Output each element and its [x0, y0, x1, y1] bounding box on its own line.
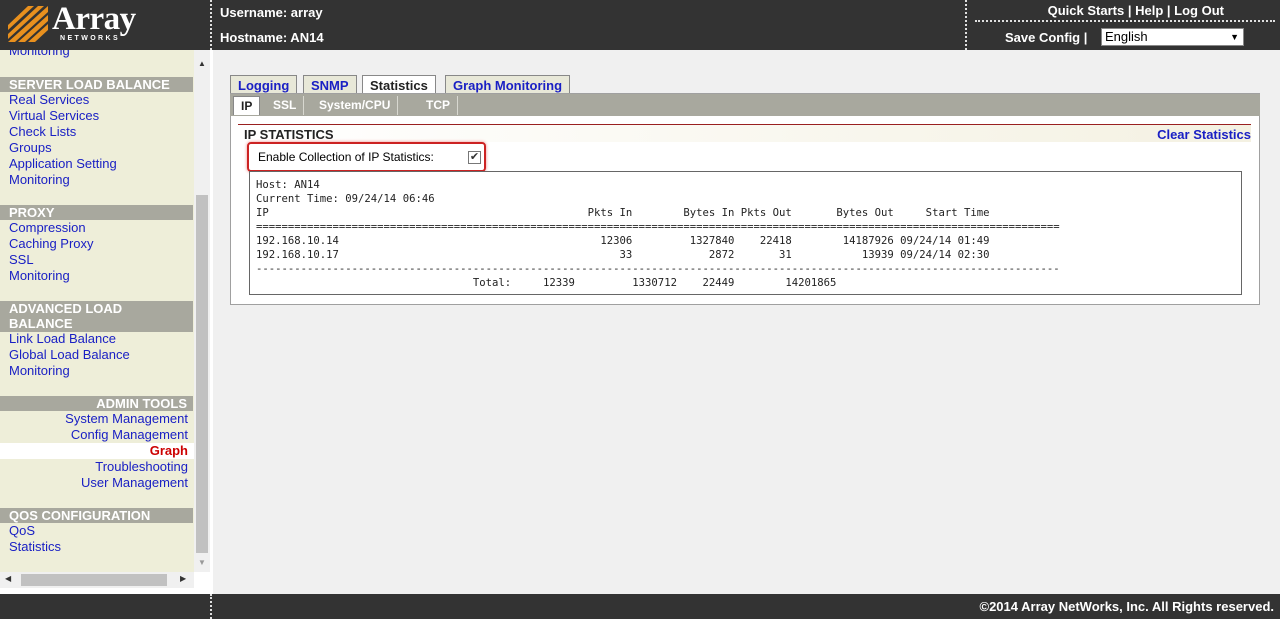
- link-separator: |: [1166, 3, 1171, 18]
- enable-collection-checkbox[interactable]: ✔: [468, 151, 481, 164]
- header-links: Quick Starts | Help | Log Out: [1048, 3, 1224, 18]
- sidebar-item-groups[interactable]: Groups: [9, 140, 52, 156]
- subtab-tcp[interactable]: TCP: [419, 96, 458, 115]
- header-divider: [965, 0, 967, 50]
- section-qos-configuration: QOS CONFIGURATION: [0, 508, 193, 523]
- username-label: Username: array: [220, 5, 323, 20]
- section-server-load-balance: SERVER LOAD BALANCE: [0, 77, 193, 92]
- ip-statistics-title: IP STATISTICS: [244, 127, 334, 142]
- logo-brand-text: Array: [52, 1, 136, 37]
- sidebar-item-user-management[interactable]: User Management: [81, 475, 188, 491]
- footer: ©2014 Array NetWorks, Inc. All Rights re…: [0, 594, 1280, 619]
- quick-starts-link[interactable]: Quick Starts: [1048, 3, 1125, 18]
- log-out-link[interactable]: Log Out: [1174, 3, 1224, 18]
- array-networks-logo[interactable]: Array NETWORKS: [8, 1, 143, 44]
- sidebar-vertical-scrollbar[interactable]: ▲ ▼: [194, 50, 210, 572]
- link-separator: |: [1083, 30, 1088, 45]
- sidebar: Monitoring SERVER LOAD BALANCE Real Serv…: [0, 50, 210, 594]
- header-dotted-line: [975, 20, 1275, 22]
- subtab-bar: IP SSL System/CPU TCP: [230, 94, 1260, 116]
- sidebar-item-statistics[interactable]: Statistics: [9, 539, 61, 555]
- ip-statistics-text: Host: AN14 Current Time: 09/24/14 06:46 …: [256, 179, 1060, 289]
- sidebar-item-graph[interactable]: Graph: [150, 443, 188, 459]
- sidebar-item-ssl[interactable]: SSL: [9, 252, 34, 268]
- dropdown-arrow-icon: ▼: [1230, 32, 1239, 42]
- subtab-ssl[interactable]: SSL: [266, 96, 305, 115]
- ip-statistics-output: Host: AN14 Current Time: 09/24/14 06:46 …: [249, 171, 1242, 295]
- language-select[interactable]: English ▼: [1101, 28, 1244, 46]
- main-content: Logging SNMP Statistics Graph Monitoring…: [213, 50, 1280, 594]
- link-separator: |: [1127, 3, 1132, 18]
- enable-collection-label: Enable Collection of IP Statistics:: [258, 150, 434, 164]
- ip-statistics-header: IP STATISTICS Clear Statistics: [238, 124, 1251, 142]
- top-header: Array NETWORKS Username: array Hostname:…: [0, 0, 1280, 50]
- scroll-left-arrow-icon[interactable]: ◀: [5, 574, 11, 583]
- sidebar-item-link-load-balance[interactable]: Link Load Balance: [9, 331, 116, 347]
- enable-collection-highlight: Enable Collection of IP Statistics: ✔: [247, 142, 486, 172]
- tab-graph-monitoring[interactable]: Graph Monitoring: [445, 75, 571, 95]
- scroll-up-arrow-icon[interactable]: ▲: [198, 59, 206, 68]
- sidebar-item-real-services[interactable]: Real Services: [9, 92, 89, 108]
- subtab-ip[interactable]: IP: [233, 96, 261, 115]
- footer-divider: [210, 594, 212, 619]
- sidebar-item-check-lists[interactable]: Check Lists: [9, 124, 76, 140]
- language-selected-value: English: [1105, 29, 1148, 44]
- section-admin-tools: ADMIN TOOLS: [0, 396, 193, 411]
- scroll-down-arrow-icon[interactable]: ▼: [198, 558, 206, 567]
- sidebar-item-config-management[interactable]: Config Management: [71, 427, 188, 443]
- sidebar-horizontal-scrollbar[interactable]: ◀ ▶: [0, 572, 194, 588]
- sidebar-item-monitoring[interactable]: Monitoring: [9, 172, 70, 188]
- sidebar-item-global-load-balance[interactable]: Global Load Balance: [9, 347, 130, 363]
- sidebar-item-qos[interactable]: QoS: [9, 523, 35, 539]
- section-advanced-load-balance: ADVANCED LOAD BALANCE: [0, 301, 193, 332]
- save-config-group: Save Config |: [1005, 30, 1087, 45]
- logo-subtitle: NETWORKS: [60, 35, 121, 42]
- scroll-right-arrow-icon[interactable]: ▶: [180, 574, 186, 583]
- tab-logging[interactable]: Logging: [230, 75, 298, 95]
- subtab-system-cpu[interactable]: System/CPU: [312, 96, 399, 115]
- sidebar-item-application-setting[interactable]: Application Setting: [9, 156, 117, 172]
- sidebar-item-monitoring[interactable]: Monitoring: [9, 50, 70, 59]
- copyright-text: ©2014 Array NetWorks, Inc. All Rights re…: [979, 599, 1275, 614]
- sidebar-item-system-management[interactable]: System Management: [65, 411, 188, 427]
- sidebar-item-troubleshooting[interactable]: Troubleshooting: [95, 459, 188, 475]
- hostname-label: Hostname: AN14: [220, 30, 324, 45]
- section-title-line: BALANCE: [9, 316, 73, 331]
- clear-statistics-link[interactable]: Clear Statistics: [1157, 127, 1251, 142]
- sidebar-item-compression[interactable]: Compression: [9, 220, 86, 236]
- help-link[interactable]: Help: [1135, 3, 1163, 18]
- scrollbar-thumb[interactable]: [196, 195, 208, 553]
- array-logo-mark-icon: [8, 6, 48, 42]
- save-config-link[interactable]: Save Config: [1005, 30, 1080, 45]
- header-divider: [210, 0, 212, 50]
- sidebar-item-caching-proxy[interactable]: Caching Proxy: [9, 236, 94, 252]
- scrollbar-thumb[interactable]: [21, 574, 167, 586]
- tab-snmp[interactable]: SNMP: [303, 75, 357, 95]
- section-proxy: PROXY: [0, 205, 193, 220]
- sidebar-item-monitoring[interactable]: Monitoring: [9, 363, 70, 379]
- sidebar-item-monitoring[interactable]: Monitoring: [9, 268, 70, 284]
- sidebar-item-virtual-services[interactable]: Virtual Services: [9, 108, 99, 124]
- section-title-line: ADVANCED LOAD: [9, 301, 123, 316]
- sidebar-menu: Monitoring SERVER LOAD BALANCE Real Serv…: [0, 50, 194, 572]
